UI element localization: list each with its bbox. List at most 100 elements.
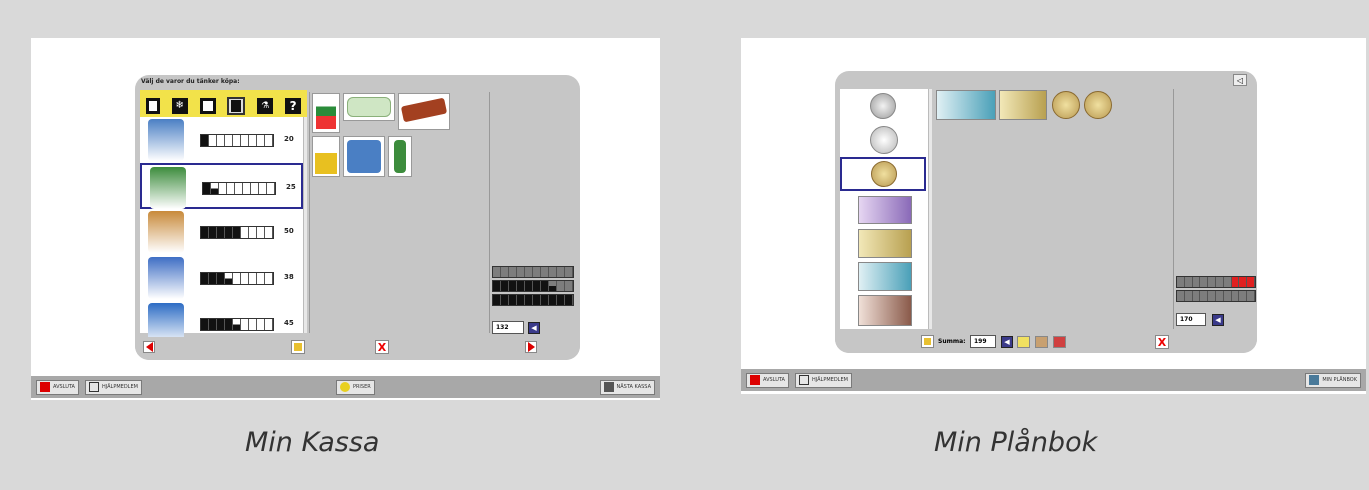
close-icon[interactable]: X [375, 340, 389, 354]
checkout-icon[interactable] [291, 340, 305, 354]
price-meter [200, 318, 274, 331]
wallet-coin-10kr-1[interactable] [1052, 91, 1080, 119]
next-arrow-icon[interactable] [525, 341, 537, 353]
wallet-help-icon [798, 375, 809, 385]
planbok-bottom-bar: Summa: 199 ◀ X [835, 332, 1257, 353]
wallet-panel [934, 89, 1172, 329]
kassa-header: Välj de varor du tänker köpa: [141, 78, 240, 85]
basket-item-salad[interactable] [312, 93, 340, 133]
item-list: 20 25 50 38 45 [140, 117, 307, 345]
exit-icon [40, 382, 50, 392]
toilet-paper-image [148, 119, 184, 161]
basket-item-cornflakes[interactable] [312, 136, 340, 177]
planbok-screen: ◁ 170 ◀ Summa: 199 ◀ X AVSLUTA HJÄLPMEDL… [741, 38, 1366, 394]
wallet-bar-2 [1176, 290, 1256, 302]
kassa-total: 132 [492, 321, 524, 334]
money-list-scrollbar[interactable] [928, 89, 932, 329]
coin-1kr[interactable] [870, 93, 896, 119]
prices-button[interactable]: PRISER [335, 379, 375, 395]
planbok-taskbar: AVSLUTA HJÄLPMEDLEM MIN PLÅNBOK [741, 369, 1366, 391]
wallet-exit-icon [750, 375, 760, 385]
wallet-coin-10kr-2[interactable] [1084, 91, 1112, 119]
wallet-bar-1 [1176, 276, 1256, 288]
budget-panel: 132 ◀ [489, 92, 575, 334]
note-20kr[interactable] [858, 196, 912, 224]
note-50kr[interactable] [858, 229, 912, 258]
wallet-next-button[interactable]: MIN PLÅNBOK [1305, 372, 1361, 388]
category-bread-icon[interactable] [145, 97, 160, 114]
item-price: 50 [284, 227, 294, 235]
basket-item-dish-soap[interactable] [388, 136, 412, 177]
category-cleaning-icon[interactable]: ⚗ [257, 97, 274, 114]
budget-bar-1 [492, 266, 574, 278]
price-meter [200, 272, 274, 285]
planbok-window: ◁ 170 ◀ Summa: 199 ◀ X [835, 71, 1257, 353]
sum-value: 199 [970, 335, 996, 348]
change-icon[interactable] [1035, 336, 1048, 348]
wallet-action-icon[interactable] [1017, 336, 1030, 348]
price-meter [202, 182, 276, 195]
wallet-budget-panel: 170 ◀ [1173, 89, 1257, 329]
category-bar: ❄ ⚗ ? [140, 90, 307, 117]
wallet-speaker-icon[interactable]: ◀ [1212, 313, 1224, 326]
prev-arrow-icon[interactable] [143, 341, 155, 353]
wallet-total: 170 [1176, 313, 1206, 326]
spray-cleaner-image [148, 257, 184, 299]
category-meat-icon[interactable] [199, 97, 216, 114]
wallet-quit-button[interactable]: AVSLUTA [746, 372, 789, 388]
budget-bar-3 [492, 294, 574, 306]
sound-icon[interactable]: ◁ [1233, 74, 1247, 86]
category-dairy-icon[interactable] [227, 96, 246, 115]
wallet-icon [1309, 375, 1320, 385]
item-price: 45 [284, 319, 294, 327]
item-list-scrollbar[interactable] [303, 117, 307, 333]
item-price: 25 [286, 183, 296, 191]
speaker-icon[interactable]: ◀ [528, 321, 540, 334]
item-price: 38 [284, 273, 294, 281]
kassa-taskbar: AVSLUTA HJÄLPMEDLEM PRISER NÄSTA KASSA [31, 376, 660, 398]
money-list-panel[interactable] [840, 89, 932, 329]
kassa-window: Välj de varor du tänker köpa: ❄ ⚗ ? 20 25… [135, 75, 580, 360]
wallet-help-button[interactable]: HJÄLPMEDLEM [794, 372, 852, 388]
item-row-spray-cleaner[interactable]: 38 [140, 255, 303, 301]
item-row-detergent-box[interactable]: 50 [140, 209, 303, 255]
cart-icon [603, 382, 614, 392]
coin-icon [339, 382, 350, 392]
budget-meter [492, 266, 574, 308]
price-meter [200, 226, 274, 239]
wallet-meter [1176, 276, 1256, 304]
dish-soap-image [150, 167, 186, 209]
kassa-bottom-bar: X [135, 337, 580, 360]
caption-left: Min Kassa [245, 427, 380, 458]
kassa-screen: Välj de varor du tänker köpa: ❄ ⚗ ? 20 25… [31, 38, 660, 400]
category-frozen-icon[interactable]: ❄ [171, 97, 188, 114]
coin-10kr[interactable] [871, 161, 897, 187]
coin-5kr[interactable] [870, 126, 898, 154]
note-500kr[interactable] [858, 295, 912, 326]
sum-speaker-icon[interactable]: ◀ [1001, 336, 1013, 348]
budget-bar-2 [492, 280, 574, 292]
help-icon [88, 382, 99, 392]
wallet-close-icon[interactable]: X [1155, 335, 1169, 349]
caption-right: Min Plånbok [934, 427, 1098, 458]
note-100kr[interactable] [858, 262, 912, 291]
wallet-note-50kr[interactable] [999, 90, 1047, 120]
next-kassa-button[interactable]: NÄSTA KASSA [599, 379, 655, 395]
item-row-toilet-paper[interactable]: 20 [140, 117, 303, 163]
basket-panel [309, 92, 459, 333]
detergent-box-image [148, 211, 184, 253]
book-icon[interactable] [1053, 336, 1066, 348]
help-button[interactable]: HJÄLPMEDLEM [84, 379, 142, 395]
item-price: 20 [284, 135, 294, 143]
sum-label: Summa: [938, 338, 966, 345]
basket-item-margarine[interactable] [343, 93, 395, 121]
category-other-icon[interactable]: ? [285, 97, 302, 114]
item-row-dish-soap[interactable]: 25 [140, 163, 303, 209]
price-meter [200, 134, 274, 147]
basket-item-bread[interactable] [398, 93, 450, 130]
wallet-note-100kr[interactable] [936, 90, 996, 120]
pay-icon[interactable] [921, 335, 934, 348]
quit-button[interactable]: AVSLUTA [36, 379, 79, 395]
basket-item-toilet-paper[interactable] [343, 136, 385, 177]
item-list-panel[interactable]: ❄ ⚗ ? 20 25 50 38 45 [140, 90, 307, 345]
